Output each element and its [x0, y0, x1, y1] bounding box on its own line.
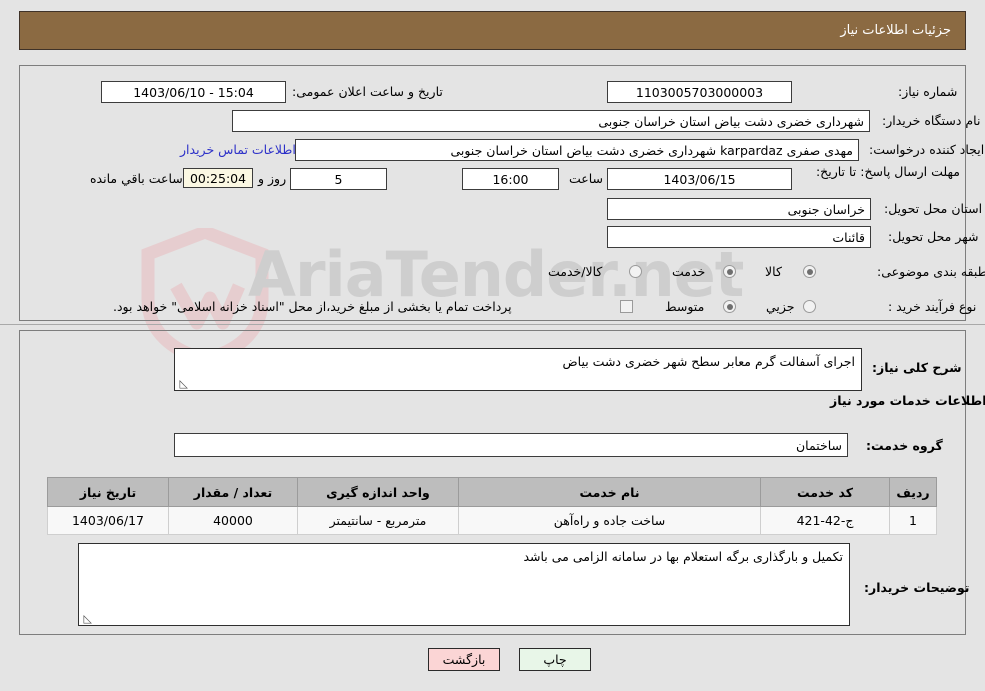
- resize-grip-icon-2[interactable]: ◺: [82, 613, 92, 624]
- table-col-quantity: تعداد / مقدار: [168, 477, 298, 507]
- panel-divider-top: [0, 324, 985, 325]
- page-root: AriaTender.net جزئیات اطلاعات نیاز شماره…: [0, 0, 985, 691]
- category-radio-kala[interactable]: [803, 265, 816, 278]
- category-label: طبقه بندی موضوعی:: [877, 264, 985, 279]
- cell-service-name: ساخت جاده و راه‌آهن: [458, 506, 761, 535]
- announce-datetime-value: 15:04 - 1403/06/10: [101, 81, 286, 103]
- deadline-time-value: 16:00: [462, 168, 559, 190]
- category-option-label-2: کالا/خدمت: [548, 264, 603, 279]
- creator-value: مهدی صفری karpardaz شهرداری خضری دشت بیا…: [295, 139, 859, 161]
- cell-row-no: 1: [889, 506, 937, 535]
- need-number-value: 1103005703000003: [607, 81, 792, 103]
- deadline-date-value: 1403/06/15: [607, 168, 792, 190]
- table-col-service-code: کد خدمت: [760, 477, 890, 507]
- deadline-days-value: 5: [290, 168, 387, 190]
- treasury-bond-text: پرداخت تمام یا بخشی از مبلغ خرید،از محل …: [113, 299, 512, 314]
- general-description-value: اجرای آسفالت گرم معابر سطح شهر خضری دشت …: [562, 354, 855, 369]
- buyer-notes-label: توضیحات خریدار:: [864, 580, 970, 595]
- need-info-panel: [19, 65, 966, 321]
- deadline-time-label: ساعت: [569, 171, 604, 186]
- page-title-text: جزئیات اطلاعات نیاز: [840, 23, 951, 38]
- treasury-bond-checkbox[interactable]: [620, 300, 633, 313]
- delivery-province-label: استان محل تحویل:: [884, 201, 983, 216]
- cell-service-code: ج-42-421: [760, 506, 890, 535]
- buyer-contact-link[interactable]: اطلاعات تماس خریدار: [180, 142, 296, 157]
- services-section-title: اطلاعات خدمات مورد نیاز: [830, 393, 985, 408]
- page-title: جزئیات اطلاعات نیاز: [19, 11, 966, 50]
- general-description-textarea[interactable]: اجرای آسفالت گرم معابر سطح شهر خضری دشت …: [174, 348, 862, 391]
- buyer-notes-value: تکمیل و بارگذاری برگه استعلام بها در سام…: [523, 549, 843, 564]
- purchase-type-radio-jozi[interactable]: [803, 300, 816, 313]
- cell-unit: مترمربع - سانتیمتر: [297, 506, 459, 535]
- cell-need-date: 1403/06/17: [47, 506, 169, 535]
- purchase-type-label: نوع فرآیند خرید :: [888, 299, 977, 314]
- table-col-unit: واحد اندازه گیری: [297, 477, 459, 507]
- table-col-need-date: تاریخ نیاز: [47, 477, 169, 507]
- cell-quantity: 40000: [168, 506, 298, 535]
- purchase-type-option-label-1: متوسط: [665, 299, 705, 314]
- table-row: 1 ج-42-421 ساخت جاده و راه‌آهن مترمربع -…: [47, 506, 937, 535]
- resize-grip-icon[interactable]: ◺: [178, 378, 188, 389]
- print-button[interactable]: چاپ: [519, 648, 591, 671]
- delivery-city-label: شهر محل تحویل:: [888, 229, 979, 244]
- deadline-days-suffix: روز و: [258, 171, 287, 186]
- category-option-label-0: کالا: [765, 264, 782, 279]
- table-col-row-no: ردیف: [889, 477, 937, 507]
- category-radio-kala-khedmat[interactable]: [629, 265, 642, 278]
- delivery-province-value: خراسان جنوبی: [607, 198, 871, 220]
- need-number-label: شماره نیاز:: [898, 84, 958, 99]
- purchase-type-radio-motevaset[interactable]: [723, 300, 736, 313]
- deadline-countdown: 00:25:04: [183, 168, 253, 188]
- service-group-label: گروه خدمت:: [866, 438, 943, 453]
- creator-label: ایجاد کننده درخواست:: [869, 142, 985, 157]
- general-description-label: شرح کلی نیاز:: [872, 360, 962, 375]
- buyer-org-label: نام دستگاه خریدار:: [882, 113, 981, 128]
- category-radio-khedmat[interactable]: [723, 265, 736, 278]
- deadline-label: مهلت ارسال پاسخ: تا تاریخ:: [815, 164, 960, 179]
- purchase-type-option-label-0: جزیي: [766, 299, 795, 314]
- services-table: ردیف کد خدمت نام خدمت واحد اندازه گیری ت…: [47, 477, 937, 535]
- category-option-label-1: خدمت: [672, 264, 706, 279]
- buyer-org-value: شهرداری خضری دشت بیاض استان خراسان جنوبی: [232, 110, 870, 132]
- table-header-row: ردیف کد خدمت نام خدمت واحد اندازه گیری ت…: [47, 477, 937, 507]
- back-button[interactable]: بازگشت: [428, 648, 500, 671]
- buyer-notes-textarea[interactable]: تکمیل و بارگذاری برگه استعلام بها در سام…: [78, 543, 850, 626]
- delivery-city-value: قائنات: [607, 226, 871, 248]
- deadline-countdown-suffix: ساعت باقي مانده: [90, 171, 183, 186]
- service-group-value: ساختمان: [174, 433, 848, 457]
- announce-datetime-label: تاریخ و ساعت اعلان عمومی:: [292, 84, 443, 99]
- table-col-service-name: نام خدمت: [458, 477, 761, 507]
